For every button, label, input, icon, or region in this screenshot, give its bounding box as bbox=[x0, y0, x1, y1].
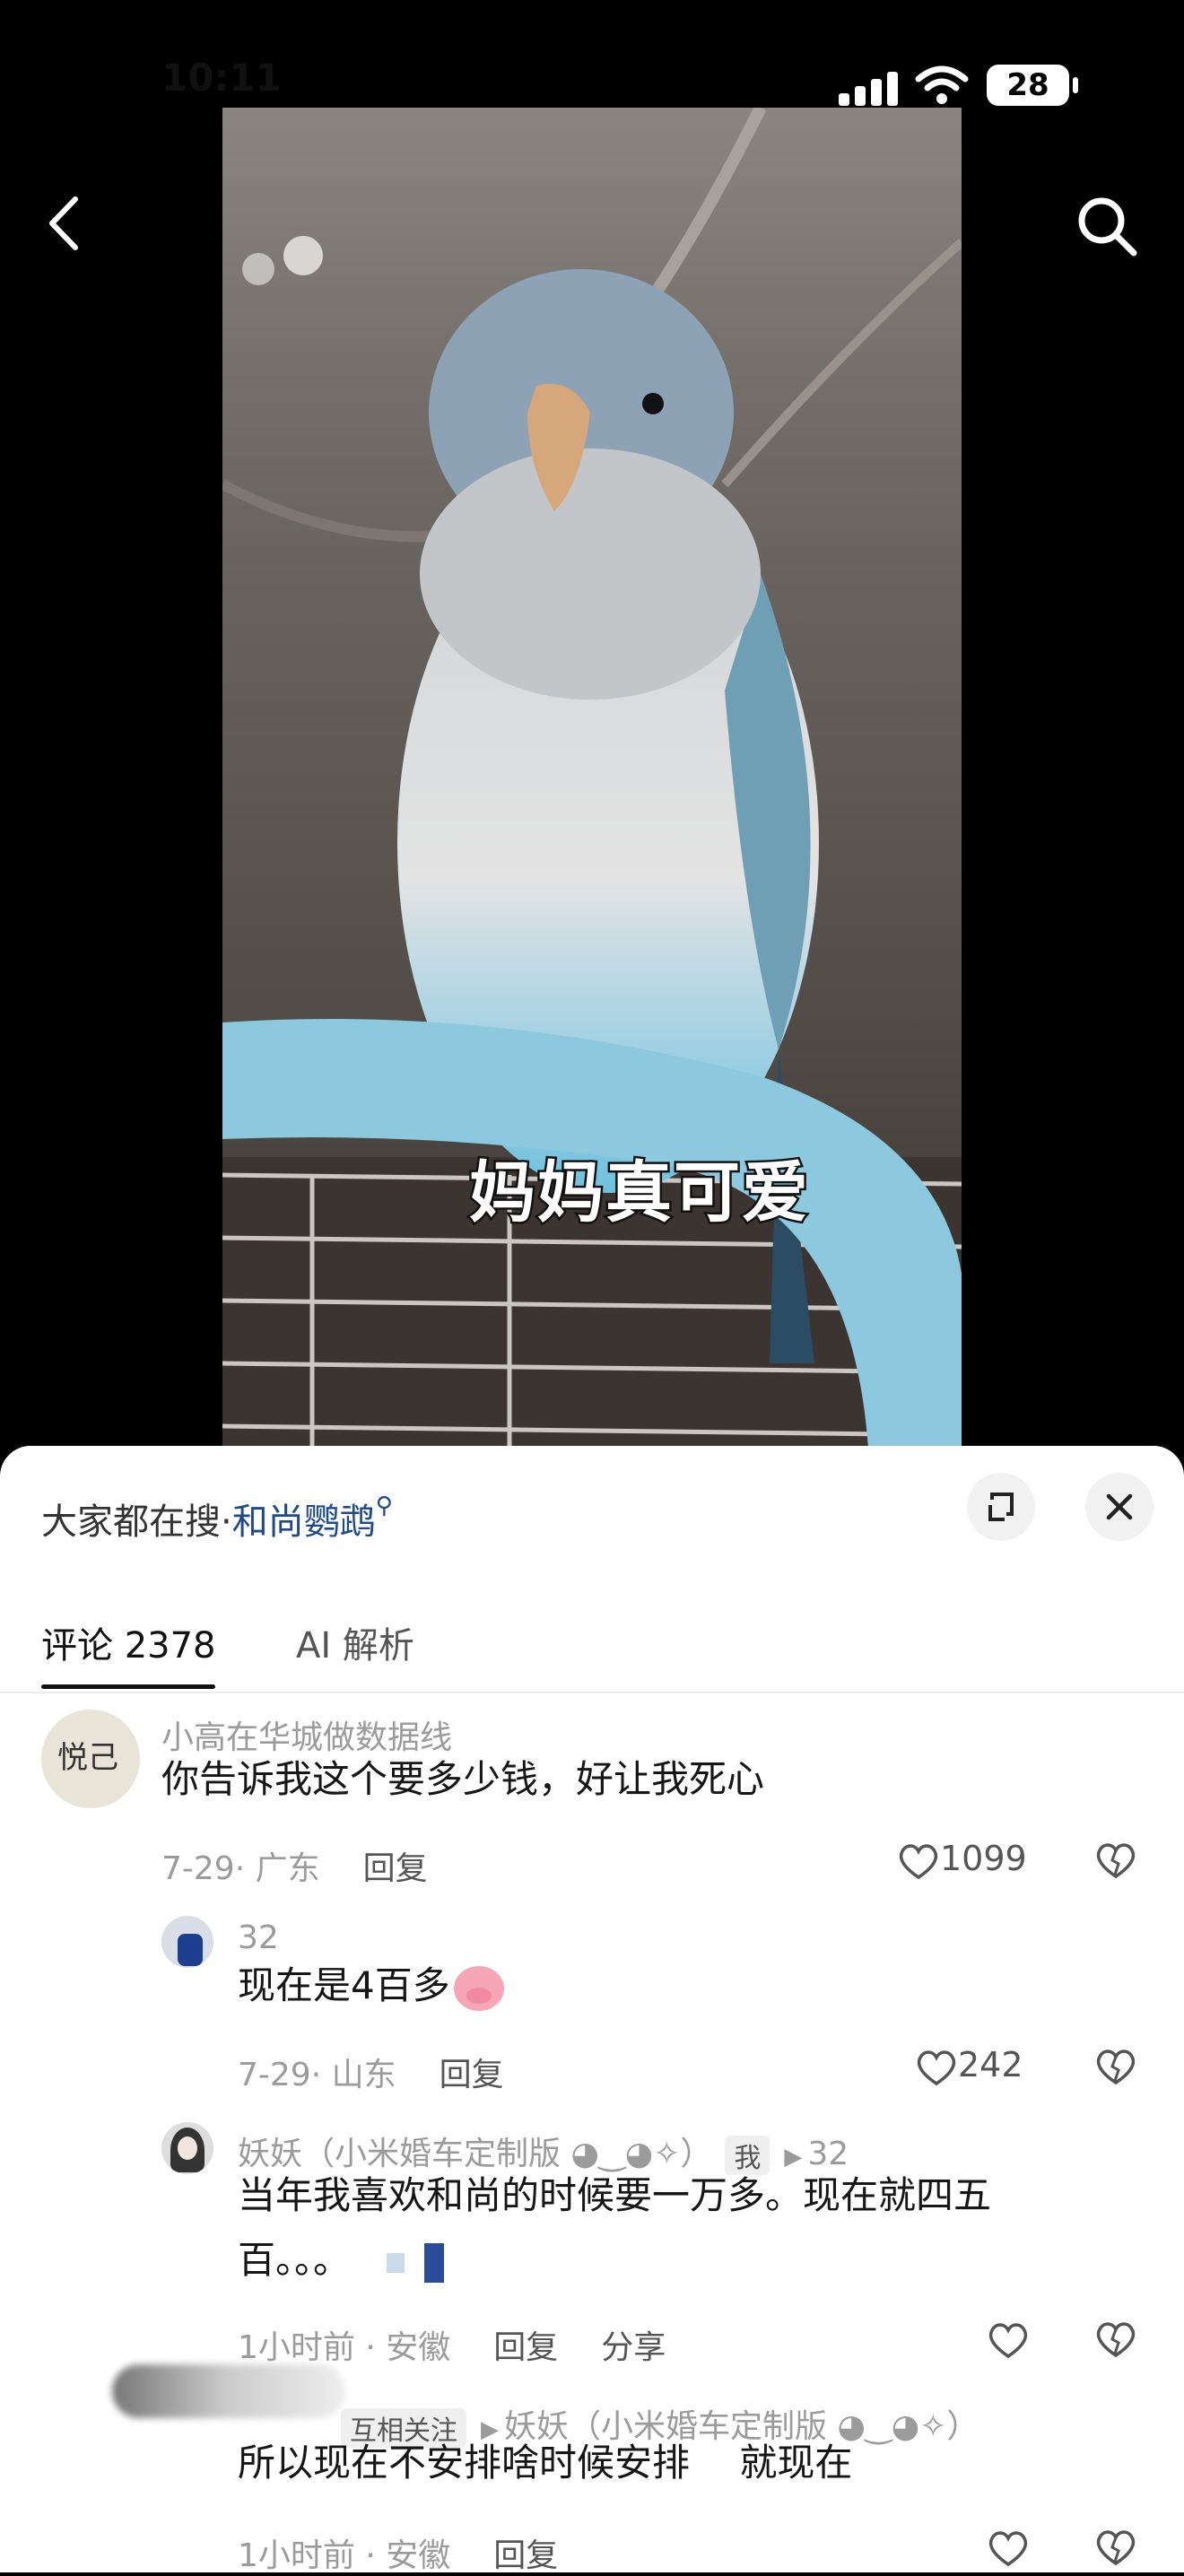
close-button[interactable] bbox=[1085, 1473, 1154, 1541]
dislike-button[interactable] bbox=[1094, 2528, 1137, 2567]
broken-heart-icon bbox=[1096, 2049, 1136, 2085]
comment-meta: 7-29· 广东 回复 bbox=[161, 1842, 428, 1889]
comment-text-line-content: 百。。。 bbox=[238, 2238, 352, 2282]
comment-meta: 1小时前 · 安徽 回复 分享 bbox=[238, 2321, 666, 2368]
tab-comments[interactable]: 评论 2378 bbox=[41, 1616, 216, 1668]
comment-text-content: 现在是4百多 bbox=[238, 1963, 450, 2007]
heart-icon bbox=[899, 1843, 938, 1879]
video-caption: 妈妈真可爱 bbox=[467, 1153, 811, 1234]
active-tab-indicator bbox=[41, 1684, 215, 1689]
search-suggestion-prefix: 大家都在搜· bbox=[41, 1501, 232, 1543]
comment-text-line: 当年我喜欢和尚的时候要一万多。现在就四五 bbox=[238, 2173, 992, 2217]
back-icon[interactable] bbox=[41, 192, 86, 255]
cellular-signal-icon bbox=[839, 70, 901, 106]
avatar[interactable] bbox=[161, 2122, 213, 2174]
like-button[interactable]: 242 bbox=[915, 2045, 1023, 2087]
comment-username[interactable]: 32 bbox=[238, 1919, 279, 1956]
broken-heart-icon bbox=[1096, 2530, 1136, 2566]
heart-icon bbox=[988, 2322, 1028, 2358]
reply-button[interactable]: 回复 bbox=[363, 1850, 428, 1887]
broken-heart-icon bbox=[1096, 1843, 1136, 1879]
reply-button[interactable]: 回复 bbox=[440, 2057, 504, 2093]
reply-button[interactable]: 回复 bbox=[493, 2329, 558, 2366]
blurred-username bbox=[112, 2364, 345, 2418]
dislike-button[interactable] bbox=[1094, 1841, 1137, 1880]
parrot-image bbox=[222, 269, 962, 1449]
video-player[interactable]: 妈妈真可爱 bbox=[222, 108, 962, 1449]
search-suggestion[interactable]: 大家都在搜·和尚鹦鹉⚲ bbox=[41, 1493, 393, 1545]
search-suggestion-keyword[interactable]: 和尚鹦鹉 bbox=[232, 1501, 376, 1543]
comment-meta: 1小时前 · 安徽 回复 bbox=[238, 2529, 558, 2576]
dislike-button[interactable] bbox=[1094, 2319, 1137, 2359]
comment-time-location: 1小时前 · 安徽 bbox=[238, 2329, 451, 2366]
pig-emoji-icon bbox=[453, 1965, 504, 2011]
like-button[interactable] bbox=[987, 2526, 1030, 2568]
comment-text-line: 百。。。 bbox=[238, 2228, 1045, 2293]
search-small-icon: ⚲ bbox=[375, 1493, 393, 1519]
close-icon bbox=[1106, 1493, 1133, 1520]
search-icon[interactable] bbox=[1073, 192, 1141, 260]
like-count: 242 bbox=[958, 2045, 1023, 2084]
dislike-button[interactable] bbox=[1094, 2047, 1137, 2086]
comment-meta: 7-29· 山东 回复 bbox=[238, 2049, 504, 2095]
comment-text[interactable]: 你告诉我这个要多少钱，好让我死心 bbox=[161, 1747, 764, 1812]
avatar[interactable] bbox=[161, 1916, 213, 1968]
comment-text[interactable]: 现在是4百多 bbox=[238, 1954, 504, 2018]
battery-indicator: 28 bbox=[987, 65, 1078, 106]
expand-icon bbox=[988, 1493, 1014, 1521]
heart-icon bbox=[988, 2530, 1028, 2566]
like-count: 1099 bbox=[940, 1839, 1027, 1878]
share-button[interactable]: 分享 bbox=[601, 2329, 666, 2366]
comment-time-location: 1小时前 · 安徽 bbox=[238, 2537, 451, 2574]
comment-text[interactable]: 当年我喜欢和尚的时候要一万多。现在就四五 百。。。 bbox=[238, 2163, 1045, 2293]
like-button[interactable] bbox=[987, 2318, 1030, 2360]
heart-icon bbox=[917, 2049, 956, 2085]
status-bar: 10:11 28 bbox=[0, 0, 1184, 108]
avatar[interactable]: 悦己 bbox=[41, 1710, 140, 1808]
blurred-image bbox=[387, 2252, 405, 2273]
tab-ai-analysis[interactable]: AI 解析 bbox=[296, 1616, 414, 1668]
avatar-text: 悦己 bbox=[57, 1740, 118, 1776]
comment-time-location: 7-29· 广东 bbox=[161, 1850, 320, 1887]
comment-text[interactable]: 所以现在不安排啥时候安排 就现在 bbox=[238, 2431, 852, 2495]
broken-heart-icon bbox=[1096, 2322, 1136, 2358]
reply-button[interactable]: 回复 bbox=[493, 2537, 558, 2574]
blurred-image bbox=[424, 2242, 445, 2283]
like-button[interactable]: 1099 bbox=[897, 1839, 1027, 1881]
comment-time-location: 7-29· 山东 bbox=[238, 2057, 396, 2093]
wifi-icon bbox=[915, 65, 969, 104]
status-time: 10:11 bbox=[161, 56, 282, 100]
comment-tabs: 评论 2378 AI 解析 bbox=[0, 1598, 1184, 1693]
expand-button[interactable] bbox=[967, 1473, 1035, 1541]
comments-sheet: 大家都在搜·和尚鹦鹉⚲ 评论 2378 AI 解析 悦己 小高在华城做数据线 你… bbox=[0, 1446, 1184, 2574]
